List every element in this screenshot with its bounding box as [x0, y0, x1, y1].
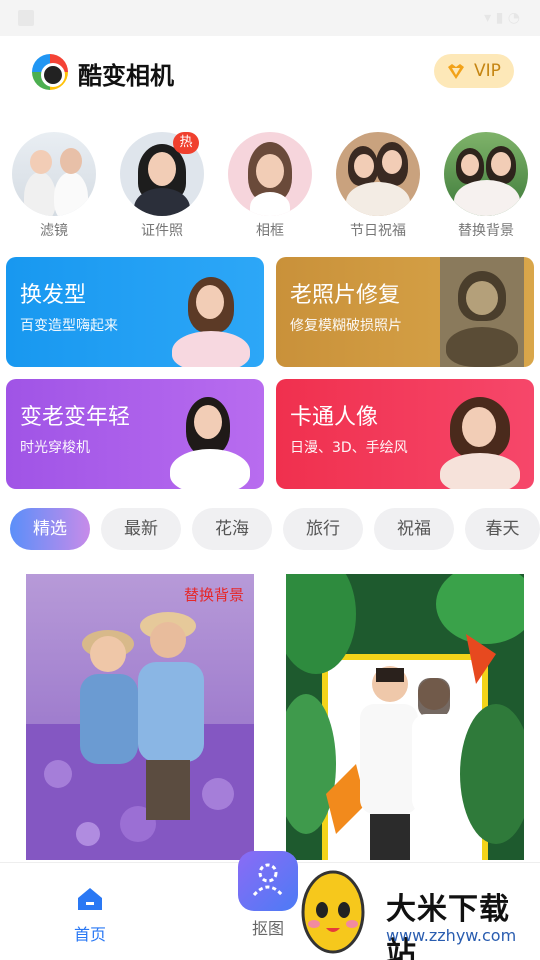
- nav-label: 首页: [73, 925, 106, 944]
- tab-latest[interactable]: 最新: [101, 508, 181, 550]
- tab-blessing[interactable]: 祝福: [374, 508, 454, 550]
- circle-filter[interactable]: 滤镜: [9, 132, 99, 240]
- feature-circles: 滤镜 热 证件照 相框 节日祝福 替换背景: [0, 132, 540, 242]
- tropical-frame-image: [286, 574, 524, 860]
- circle-label: 节日祝福: [350, 223, 406, 239]
- hot-badge: 热: [173, 132, 199, 154]
- frame-thumbnail: [228, 132, 312, 216]
- feed-tag: 替换背景: [183, 586, 244, 604]
- circle-frame[interactable]: 相框: [225, 132, 315, 240]
- app-logo-icon: [32, 54, 68, 90]
- circle-id-photo[interactable]: 热 证件照: [117, 132, 207, 240]
- card-subtitle: 时光穿梭机: [20, 440, 90, 456]
- home-icon: [78, 888, 102, 910]
- notification-icon: [18, 10, 34, 26]
- app-title: 酷变相机: [78, 62, 174, 90]
- tab-flowers[interactable]: 花海: [192, 508, 272, 550]
- status-bar: ▾ ▮ ◔: [0, 0, 540, 36]
- circle-festival[interactable]: 节日祝福: [333, 132, 423, 240]
- age-figure: [166, 389, 256, 489]
- circle-label: 相框: [256, 223, 284, 239]
- replace-bg-thumbnail: [444, 132, 528, 216]
- card-subtitle: 百变造型嗨起来: [20, 318, 118, 334]
- card-age[interactable]: 变老变年轻 时光穿梭机: [6, 379, 264, 489]
- nav-home[interactable]: 首页: [62, 887, 118, 945]
- filter-thumbnail: [12, 132, 96, 216]
- watermark-url: www.zzhyw.com: [386, 926, 517, 945]
- person-cutout-icon: [252, 863, 284, 897]
- card-hairstyle[interactable]: 换发型 百变造型嗨起来: [6, 257, 264, 367]
- lavender-couple-image: [18, 574, 254, 860]
- festival-thumbnail: [336, 132, 420, 216]
- category-tabs: 精选 最新 花海 旅行 祝福 春天: [0, 508, 540, 552]
- nav-cutout[interactable]: 抠图: [234, 851, 302, 939]
- vip-button[interactable]: VIP: [434, 54, 514, 88]
- card-cartoon[interactable]: 卡通人像 日漫、3D、手绘风: [276, 379, 534, 489]
- card-old-photo[interactable]: 老照片修复 修复模糊破损照片: [276, 257, 534, 367]
- card-subtitle: 修复模糊破损照片: [290, 318, 402, 334]
- circle-label: 滤镜: [40, 223, 68, 239]
- cutout-button[interactable]: [238, 851, 298, 911]
- card-title: 变老变年轻: [20, 405, 131, 430]
- card-title: 卡通人像: [290, 405, 379, 430]
- hairstyle-figure: [166, 267, 256, 367]
- app-header: 酷变相机 VIP: [0, 36, 540, 108]
- card-subtitle: 日漫、3D、手绘风: [290, 440, 408, 456]
- watermark-text: 大米下载站: [386, 892, 510, 960]
- tab-featured[interactable]: 精选: [10, 508, 90, 550]
- feed-item-replace-bg[interactable]: 替换背景: [18, 574, 254, 860]
- tab-spring[interactable]: 春天: [465, 508, 540, 550]
- tab-travel[interactable]: 旅行: [283, 508, 363, 550]
- card-title: 老照片修复: [290, 283, 401, 308]
- mascot-logo: [301, 870, 365, 954]
- card-title: 换发型: [20, 283, 87, 308]
- circle-label: 替换背景: [458, 223, 514, 239]
- crown-icon: [448, 64, 464, 79]
- nav-label: 抠图: [251, 919, 284, 938]
- feed-item-frame[interactable]: [286, 574, 524, 860]
- circle-replace-bg[interactable]: 替换背景: [441, 132, 531, 240]
- vip-label: VIP: [474, 61, 501, 81]
- circle-label: 证件照: [141, 223, 183, 239]
- cartoon-figure: [436, 389, 526, 489]
- old-photo-figure: [440, 257, 524, 367]
- status-icons: ▾ ▮ ◔: [484, 10, 520, 26]
